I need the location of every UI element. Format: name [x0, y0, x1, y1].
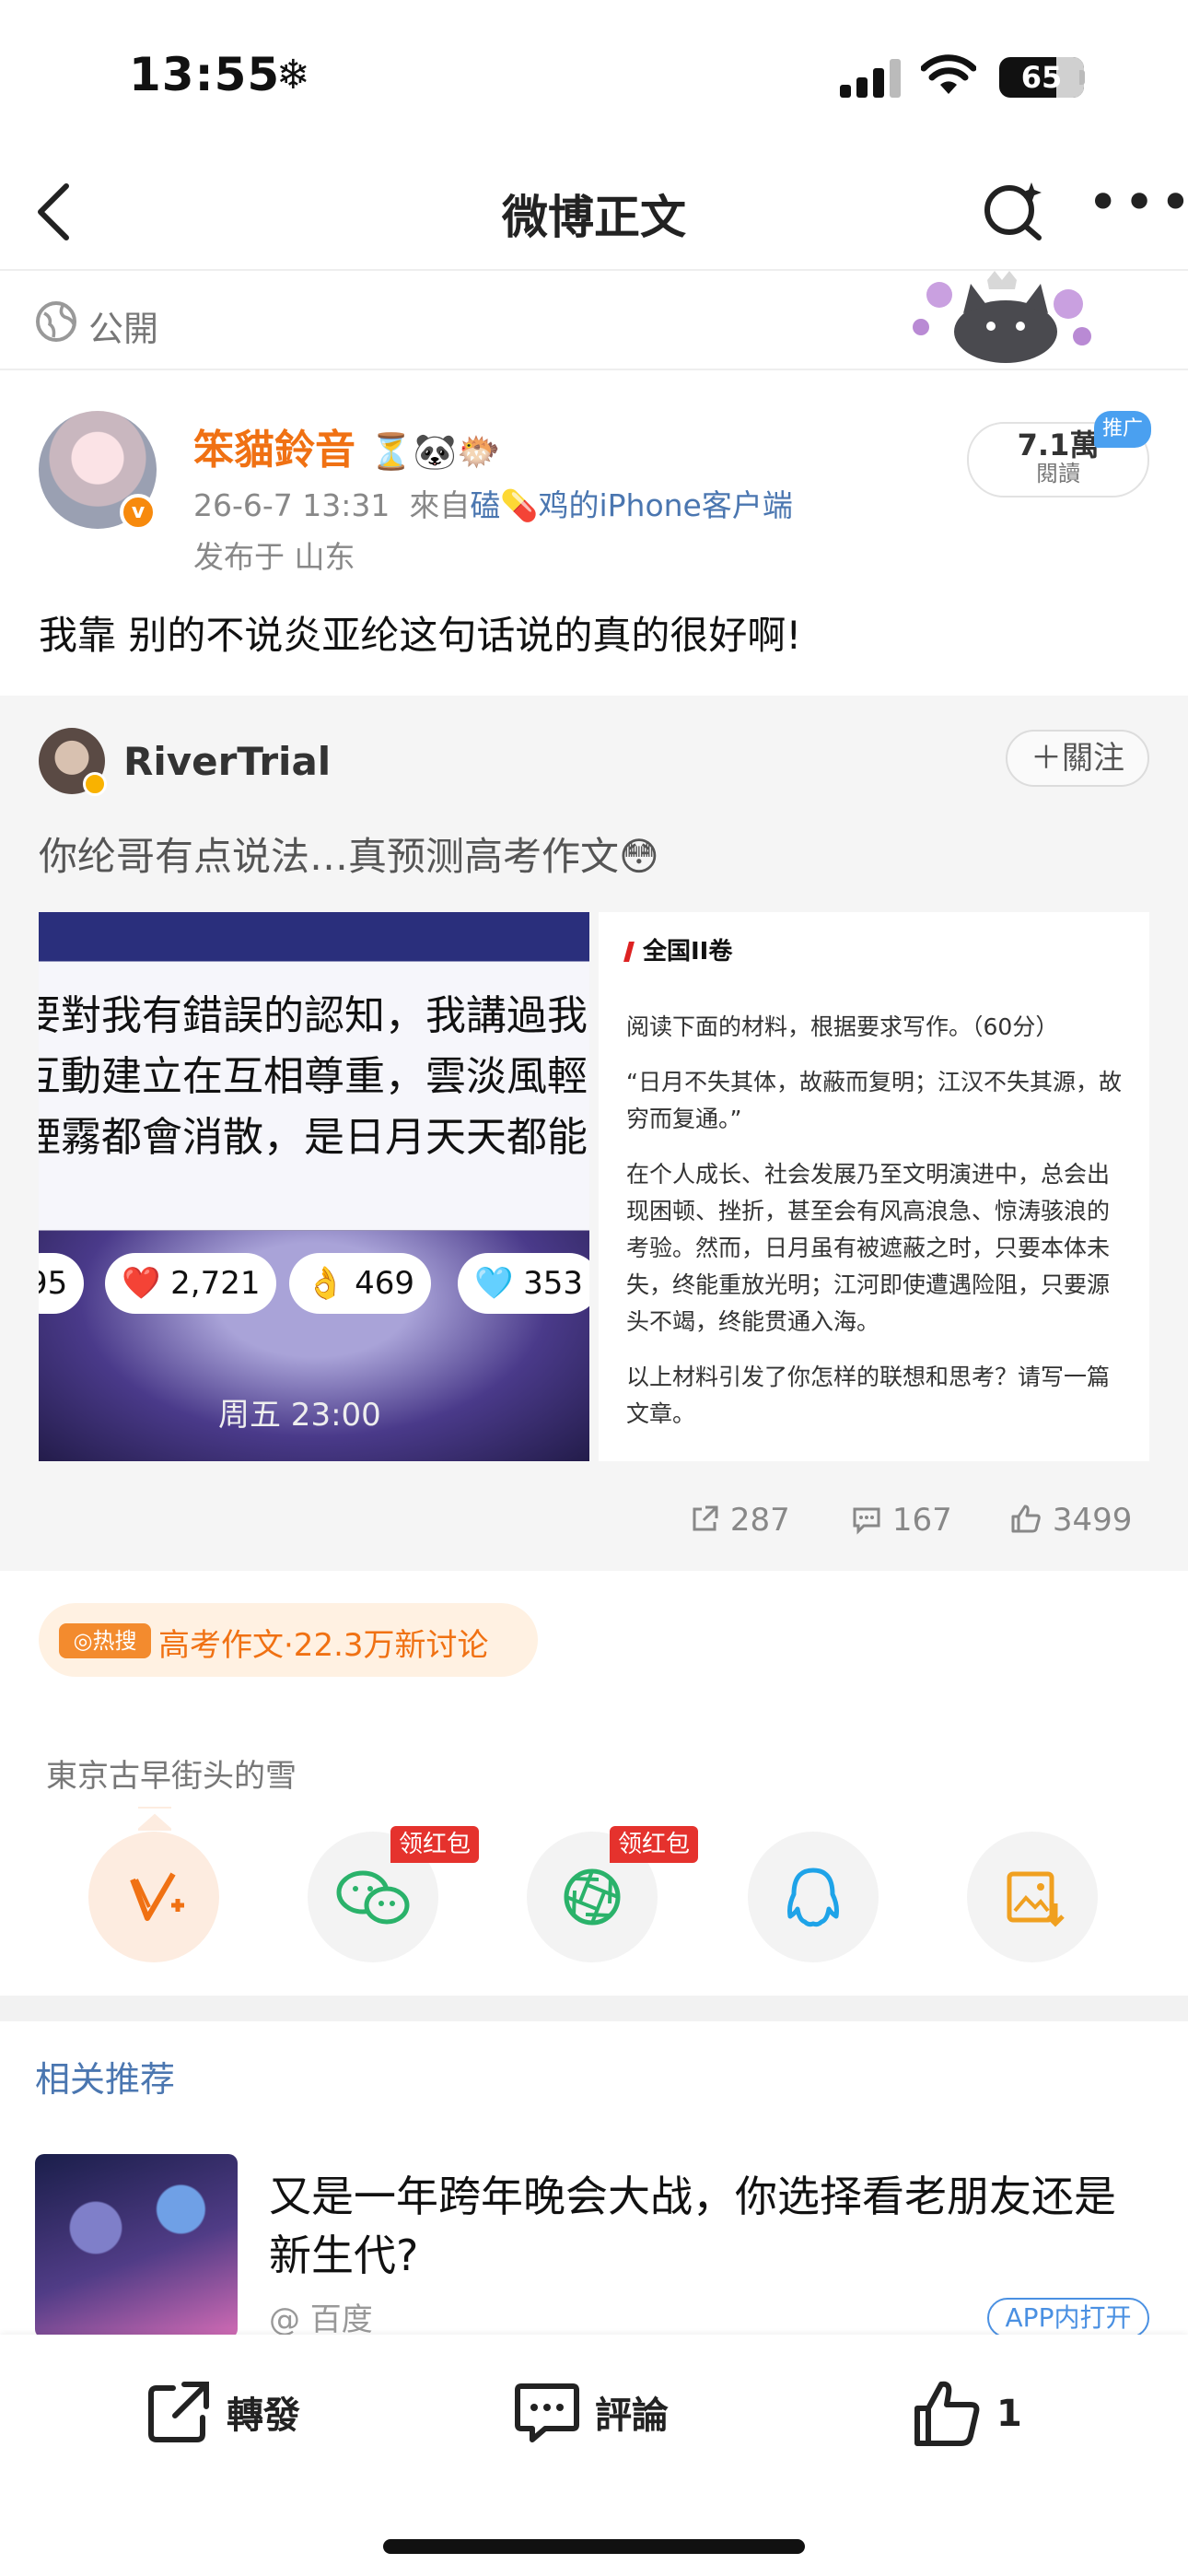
more-options-icon[interactable]: •••: [1087, 175, 1188, 240]
hot-search-tag[interactable]: ◎热搜 高考作文·22.3万新讨论: [39, 1603, 538, 1677]
recommend-item-text[interactable]: 又是一年跨年晚会大战，你选择看老朋友还是新生代?: [269, 2167, 1135, 2285]
concert-caption: 要對我有錯誤的認知，我講過我 互動建立在互相尊重，雲淡風輕 煙霧都會消散，是日月…: [39, 986, 588, 1168]
repost-button[interactable]: 轉發: [144, 2377, 300, 2447]
promote-badge[interactable]: 推广: [1094, 411, 1151, 448]
recommend-title: 相关推荐: [35, 2059, 176, 2100]
super-search-icon[interactable]: [980, 177, 1046, 243]
red-packet-badge: 领红包: [610, 1826, 698, 1863]
wifi-icon: [921, 54, 976, 94]
exam-paragraph: 阅读下面的材料，根据要求写作。（60分）: [626, 1013, 1059, 1040]
repost-image-exam[interactable]: 全国II卷 阅读下面的材料，根据要求写作。（60分） “日月不失其体，故蔽而复明…: [599, 912, 1149, 1461]
source-prefix: 來自: [409, 487, 471, 523]
pointer-arrow-icon: [138, 1807, 171, 1831]
share-qq-button[interactable]: [748, 1832, 879, 1962]
visibility-divider: [0, 369, 1188, 370]
share-weibo-button[interactable]: [88, 1832, 219, 1962]
snowflake-icon: ❄: [276, 52, 310, 99]
post-time: 26-6-7 13:31: [193, 487, 390, 523]
comment-button[interactable]: 評論: [512, 2377, 669, 2447]
red-slash-icon: [623, 942, 635, 962]
exam-paragraph: “日月不失其体，故蔽而复明；江汉不失其源，故穷而复通。”: [626, 1069, 1122, 1132]
author-name-text: 笨貓鈴音: [193, 427, 355, 474]
comment-bubble-icon: [515, 2383, 579, 2442]
share-icon: [693, 1505, 718, 1531]
repost-like-action[interactable]: 3499: [1009, 1502, 1132, 1539]
cat-sticker-icon: [913, 271, 1091, 363]
status-time: 13:55: [129, 48, 281, 101]
verified-badge-icon: v: [120, 494, 157, 531]
reaction-pill-ok: 👌 469: [289, 1253, 432, 1314]
exam-heading: 全国II卷: [623, 932, 1122, 966]
battery-level: 65: [1020, 60, 1063, 95]
hot-search-count: ·22.3万新讨论: [284, 1627, 489, 1664]
exam-paragraph: 以上材料引发了你怎样的联想和思考？请写一篇文章。: [626, 1364, 1111, 1427]
caption-line: 煙霧都會消散，是日月天天都能: [39, 1114, 588, 1161]
repost-icon: [148, 2382, 209, 2442]
repost-text: 你纶哥有点说法…真预测高考作文😳: [39, 834, 659, 879]
section-divider: [0, 1996, 1188, 2021]
repost-verified-badge-icon: [83, 772, 107, 796]
open-in-app-button[interactable]: APP内打开: [987, 2298, 1149, 2338]
visibility-label: 公開: [88, 309, 159, 349]
like-count-bottom: 1: [996, 2393, 1022, 2435]
share-save-image-button[interactable]: [967, 1832, 1098, 1962]
repost-label: 轉發: [226, 2395, 300, 2437]
qq-icon: [787, 1868, 839, 1927]
read-count-label: 閱讀: [1036, 461, 1080, 486]
recommend-item-source: @ 百度: [269, 2301, 373, 2338]
thumbs-up-icon: [1011, 1505, 1041, 1533]
caption-line: 要對我有錯誤的認知，我講過我: [39, 992, 588, 1039]
recommend-thumbnail[interactable]: [35, 2154, 238, 2338]
globe-icon: [36, 301, 76, 342]
like-count: 3499: [1052, 1502, 1133, 1539]
hot-search-badge-text: 热搜: [92, 1628, 137, 1654]
author-name[interactable]: 笨貓鈴音 ⏳🐼🐡: [193, 416, 500, 475]
comment-count: 167: [891, 1502, 952, 1539]
comment-icon: [853, 1507, 880, 1535]
post-location: 发布于 山东: [193, 539, 355, 575]
cellular-signal-icon: [840, 57, 904, 98]
post-source[interactable]: 磕💊鸡的iPhone客户端: [470, 487, 792, 523]
post-text: 我靠 别的不说炎亚纶这句话说的真的很好啊!: [39, 613, 802, 658]
like-button[interactable]: 1: [910, 2377, 1022, 2451]
red-packet-badge: 领红包: [390, 1826, 479, 1863]
reaction-pill-heart: ❤️ 2,721: [105, 1253, 277, 1314]
reaction-pill-blue-heart: 🩵 353: [458, 1253, 589, 1314]
repost-comment-action[interactable]: 167: [851, 1502, 952, 1539]
hot-search-topic: 高考作文: [158, 1627, 284, 1664]
repost-author-name[interactable]: RiverTrial: [123, 739, 331, 784]
save-image-icon: [1007, 1871, 1065, 1927]
exam-paragraph: 在个人成长、社会发展乃至文明演进中，总会出现困顿、挫折，甚至会有风高浪急、惊涛骇…: [626, 1161, 1111, 1335]
exam-heading-text: 全国II卷: [643, 938, 733, 966]
comment-label: 評論: [594, 2395, 669, 2437]
hot-search-text: 高考作文·22.3万新讨论: [158, 1620, 489, 1665]
like-thumb-icon: [914, 2381, 980, 2446]
home-indicator[interactable]: [383, 2539, 805, 2554]
author-emojis: ⏳🐼🐡: [369, 431, 501, 472]
weibo-v-plus-icon: [130, 1872, 184, 1921]
hot-search-badge: ◎热搜: [59, 1623, 151, 1658]
show-time: 周五 23:00: [218, 1397, 381, 1434]
post-meta: 26-6-7 13:31 來自磕💊鸡的iPhone客户端: [193, 481, 793, 525]
battery-icon: 65: [999, 57, 1084, 98]
battery-tip: [1079, 70, 1085, 85]
caption-line: 互動建立在互相尊重，雲淡風輕: [39, 1053, 588, 1100]
repost-share-action[interactable]: 287: [689, 1502, 790, 1539]
follow-button[interactable]: ＋關注: [1006, 730, 1149, 787]
share-username: 東京古早街头的雪: [46, 1758, 297, 1795]
repost-count: 287: [729, 1502, 790, 1539]
repost-image-concert[interactable]: 要對我有錯誤的認知，我講過我 互動建立在互相尊重，雲淡風輕 煙霧都會消散，是日月…: [39, 912, 589, 1461]
